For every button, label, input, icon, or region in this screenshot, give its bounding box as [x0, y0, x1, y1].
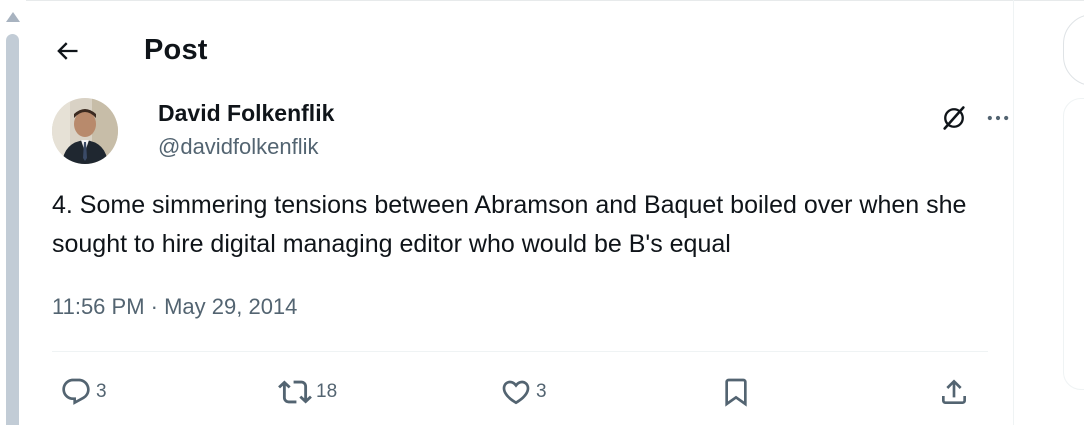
- repost-icon: [278, 380, 312, 404]
- share-button[interactable]: [938, 370, 974, 414]
- heart-icon: [502, 380, 530, 405]
- author-handle[interactable]: @davidfolkenflik: [158, 134, 319, 160]
- main-column: Post David Folkenflik @davidfolkenflik 4…: [26, 0, 1014, 425]
- more-button[interactable]: [980, 100, 1016, 136]
- reply-button[interactable]: 3: [60, 370, 107, 414]
- grok-icon: [943, 106, 965, 130]
- share-icon: [942, 379, 966, 404]
- arrow-left-icon: [57, 42, 78, 60]
- like-count: 3: [536, 381, 547, 402]
- action-bar: 3 18 3: [52, 370, 992, 414]
- bookmark-icon: [725, 378, 747, 407]
- post-timestamp[interactable]: 11:56 PM · May 29, 2014: [52, 294, 297, 320]
- scrollbar[interactable]: [0, 0, 26, 425]
- repost-count: 18: [316, 381, 338, 402]
- post-page: Post David Folkenflik @davidfolkenflik 4…: [0, 0, 1084, 425]
- like-button[interactable]: 3: [500, 370, 547, 414]
- post-text: 4. Some simmering tensions between Abram…: [52, 191, 967, 258]
- divider: [52, 351, 988, 352]
- page-title: Post: [144, 34, 208, 66]
- more-horizontal-icon: [987, 115, 1009, 121]
- scroll-up-arrow-icon[interactable]: [6, 12, 20, 22]
- right-sidebar-panel: [1063, 98, 1084, 390]
- bookmark-button[interactable]: [720, 370, 756, 414]
- grok-button[interactable]: [936, 100, 972, 136]
- avatar[interactable]: [52, 98, 118, 164]
- search-box[interactable]: [1063, 14, 1084, 86]
- author-row: David Folkenflik @davidfolkenflik: [52, 98, 1009, 168]
- reply-icon: [62, 378, 90, 405]
- scroll-thumb[interactable]: [6, 34, 19, 425]
- reply-count: 3: [96, 381, 107, 402]
- author-name[interactable]: David Folkenflik: [158, 100, 334, 127]
- post-header: Post: [26, 28, 986, 74]
- repost-button[interactable]: 18: [278, 370, 337, 414]
- back-button[interactable]: [46, 30, 88, 72]
